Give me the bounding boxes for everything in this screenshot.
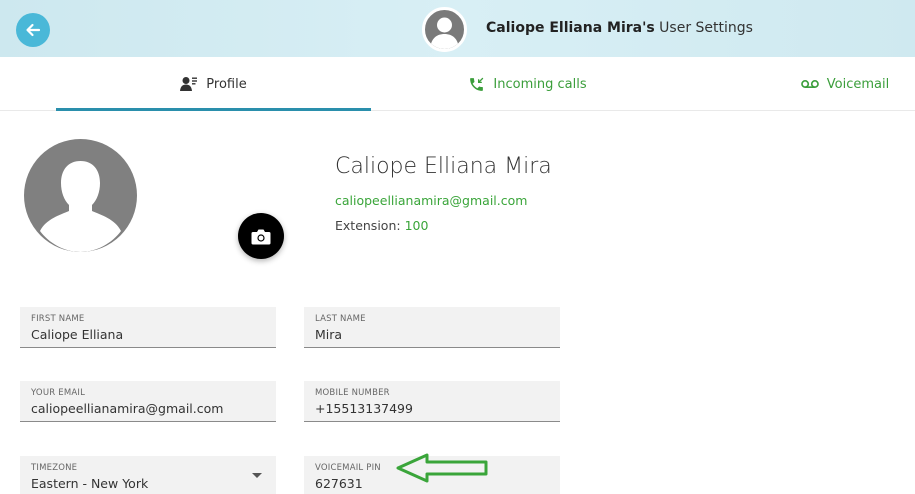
tab-incoming-calls-label: Incoming calls — [493, 76, 587, 92]
email-field[interactable]: YOUR EMAIL caliopeellianamira@gmail.com — [20, 381, 276, 422]
extension-value: 100 — [404, 218, 429, 233]
profile-name: Caliope Elliana Mira — [335, 154, 552, 179]
settings-tabs: Profile Incoming calls Voicemail — [0, 57, 915, 111]
back-button[interactable] — [16, 13, 50, 47]
top-header: Caliope Elliana Mira's User Settings — [0, 0, 915, 57]
mobile-number-label: MOBILE NUMBER — [315, 388, 390, 398]
annotation-arrow-icon — [396, 453, 488, 483]
email-value[interactable]: caliopeellianamira@gmail.com — [31, 401, 266, 416]
extension-label: Extension: — [335, 218, 401, 233]
email-label: YOUR EMAIL — [31, 388, 86, 398]
profile-extension: Extension: 100 — [335, 218, 428, 233]
incoming-call-icon — [470, 77, 484, 91]
last-name-field[interactable]: LAST NAME Mira — [304, 307, 560, 348]
voicemail-icon — [800, 80, 819, 88]
mobile-number-value[interactable]: +15513137499 — [315, 401, 550, 416]
tab-voicemail-label: Voicemail — [826, 76, 890, 92]
header-avatar — [422, 7, 467, 52]
change-photo-button[interactable] — [238, 213, 284, 259]
page-title: Caliope Elliana Mira's User Settings — [486, 20, 753, 36]
header-title-suffix: User Settings — [654, 20, 753, 36]
chevron-down-icon[interactable] — [252, 473, 262, 478]
first-name-label: FIRST NAME — [31, 314, 85, 324]
user-silhouette-icon — [40, 161, 121, 252]
tab-profile[interactable]: Profile — [56, 57, 371, 111]
user-silhouette-icon — [430, 17, 459, 49]
first-name-field[interactable]: FIRST NAME Caliope Elliana — [20, 307, 276, 348]
timezone-select[interactable]: TIMEZONE Eastern - New York — [20, 456, 276, 494]
tab-profile-label: Profile — [206, 76, 247, 92]
last-name-label: LAST NAME — [315, 314, 366, 324]
user-settings-icon — [180, 77, 198, 91]
last-name-value[interactable]: Mira — [315, 327, 550, 342]
arrow-left-icon — [26, 23, 41, 37]
timezone-label: TIMEZONE — [31, 463, 78, 473]
mobile-number-field[interactable]: MOBILE NUMBER +15513137499 — [304, 381, 560, 422]
header-user-name: Caliope Elliana Mira's — [486, 20, 655, 36]
tab-voicemail[interactable]: Voicemail — [790, 57, 900, 111]
camera-icon — [251, 229, 271, 244]
profile-email-link[interactable]: caliopeellianamira@gmail.com — [335, 193, 527, 208]
timezone-value[interactable]: Eastern - New York — [31, 476, 266, 491]
first-name-value[interactable]: Caliope Elliana — [31, 327, 266, 342]
profile-avatar — [24, 139, 137, 252]
tab-incoming-calls[interactable]: Incoming calls — [440, 57, 615, 111]
